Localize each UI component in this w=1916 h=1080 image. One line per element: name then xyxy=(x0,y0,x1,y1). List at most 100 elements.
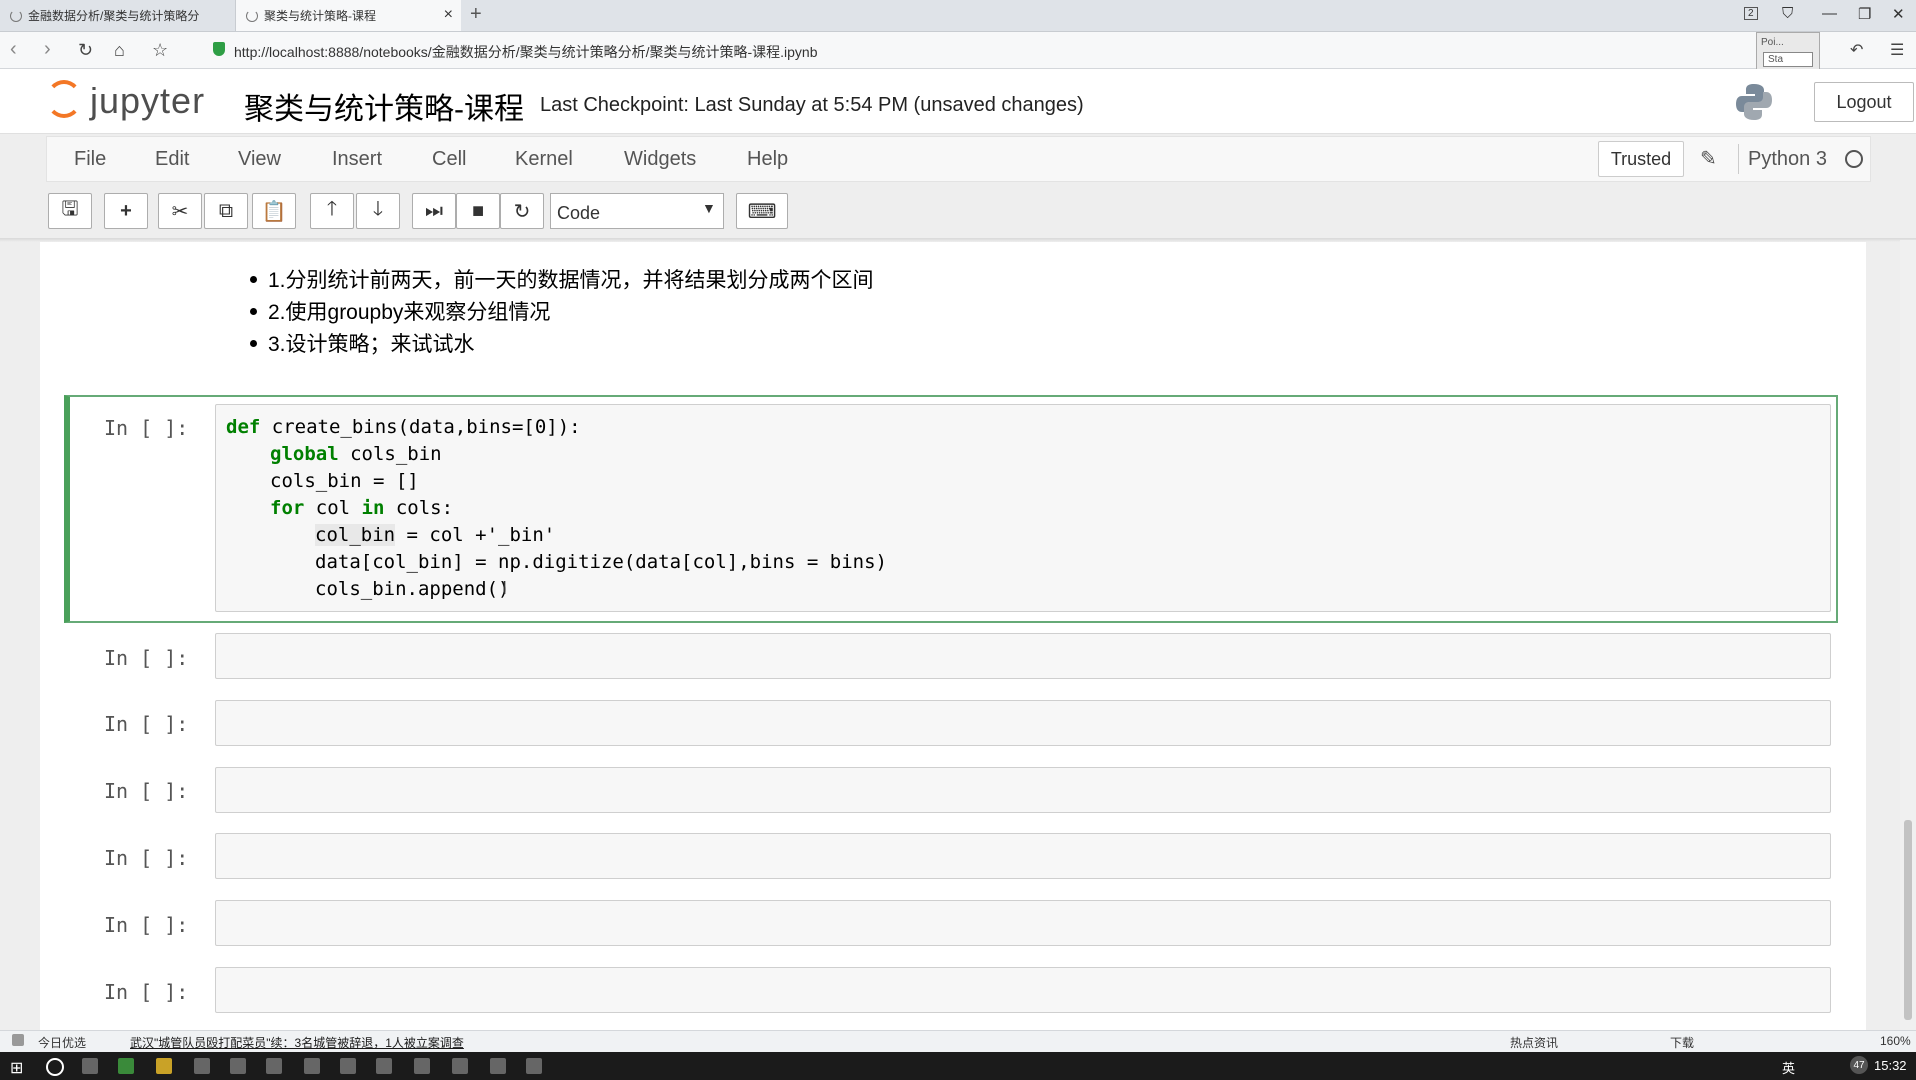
restart-button[interactable]: ↻ xyxy=(500,193,544,229)
bullet-dot xyxy=(250,308,257,315)
empty-code-cell[interactable] xyxy=(215,633,1831,679)
temperature-badge[interactable]: 47 xyxy=(1850,1056,1868,1074)
empty-code-cell[interactable] xyxy=(215,833,1831,879)
app-icon[interactable] xyxy=(490,1058,506,1074)
bookmark-star-icon[interactable]: ☆ xyxy=(152,40,168,61)
restart-icon: ↻ xyxy=(513,200,531,223)
logout-button[interactable]: Logout xyxy=(1814,82,1914,122)
insert-cell-button[interactable]: + xyxy=(104,193,148,229)
download-link[interactable]: 下载 xyxy=(1670,1034,1694,1051)
copy-button[interactable]: ⧉ xyxy=(204,193,248,229)
task-view-icon[interactable] xyxy=(82,1058,98,1074)
app-icon[interactable] xyxy=(304,1058,320,1074)
code-line-1: def create_bins(data,bins=[0]): xyxy=(226,416,581,438)
new-tab-button[interactable]: + xyxy=(470,3,482,26)
empty-code-cell[interactable] xyxy=(215,767,1831,813)
cell-prompt: In [ ]: xyxy=(104,416,189,440)
search-icon[interactable] xyxy=(46,1058,64,1076)
keyword: global xyxy=(270,443,339,465)
windows-start-icon[interactable]: ⊞ xyxy=(10,1058,23,1078)
code-line-6: data[col_bin] = np.digitize(data[col],bi… xyxy=(315,551,887,573)
notebook-title[interactable]: 聚类与统计策略-课程 xyxy=(244,84,524,128)
news-link[interactable]: 武汉"城管队员殴打配菜员"续：3名城管被辞退，1人被立案调查 xyxy=(130,1034,464,1051)
code-line-5: col_bin = col +'_bin' xyxy=(315,524,555,546)
home-icon[interactable]: ⌂ xyxy=(114,40,125,61)
menu-edit[interactable]: Edit xyxy=(155,148,189,171)
app-icon[interactable] xyxy=(414,1058,430,1074)
app-icon[interactable] xyxy=(194,1058,210,1074)
system-clock[interactable]: 15:32 xyxy=(1874,1058,1907,1073)
empty-code-cell[interactable] xyxy=(215,900,1831,946)
today-picks-link[interactable]: 今日优选 xyxy=(38,1034,86,1051)
keyboard-icon: ⌨ xyxy=(747,200,777,223)
header-shadow xyxy=(0,238,1916,242)
jupyter-logo-icon[interactable] xyxy=(46,80,82,118)
close-tab-icon[interactable]: × xyxy=(444,6,453,24)
paste-button[interactable]: 📋 xyxy=(252,193,296,229)
cell-prompt: In [ ]: xyxy=(104,980,189,1004)
hot-news-link[interactable]: 热点资讯 xyxy=(1510,1034,1558,1051)
back-icon[interactable]: ‹ xyxy=(10,38,17,61)
browser-taskbar-icon[interactable] xyxy=(118,1058,134,1074)
close-window-icon[interactable]: ✕ xyxy=(1892,5,1905,23)
save-button[interactable]: 🖫 xyxy=(48,193,92,229)
menu-cell[interactable]: Cell xyxy=(432,148,466,171)
input-method-indicator[interactable]: 英 xyxy=(1782,1058,1795,1077)
scissors-icon: ✂ xyxy=(171,200,189,223)
move-down-button[interactable]: 🡓 xyxy=(356,193,400,229)
cell-prompt: In [ ]: xyxy=(104,913,189,937)
menu-view[interactable]: View xyxy=(238,148,281,171)
command-palette-button[interactable]: ⌨ xyxy=(736,193,788,229)
os-taskbar xyxy=(0,1052,1916,1080)
cell-prompt: In [ ]: xyxy=(104,779,189,803)
app-icon[interactable] xyxy=(266,1058,282,1074)
code-line-7: cols_bin.append() xyxy=(315,578,510,600)
app-icon[interactable] xyxy=(452,1058,468,1074)
tab-label: 金融数据分析/聚类与统计策略分 xyxy=(28,9,200,23)
python-logo-icon xyxy=(1736,84,1772,120)
restore-icon[interactable]: ❐ xyxy=(1858,5,1871,23)
markdown-bullet: 1.分别统计前两天，前一天的数据情况，并将结果划分成两个区间 xyxy=(268,269,874,292)
kernel-separator xyxy=(1738,144,1739,174)
menu-help[interactable]: Help xyxy=(747,148,788,171)
minimize-icon[interactable]: — xyxy=(1822,5,1837,22)
interrupt-button[interactable]: ■ xyxy=(456,193,500,229)
code-line-4: for col in cols: xyxy=(270,497,453,519)
jupyter-logo-text[interactable]: jupyter xyxy=(90,80,205,122)
app-icon[interactable] xyxy=(340,1058,356,1074)
grid-icon[interactable] xyxy=(12,1034,24,1046)
zoom-level[interactable]: 160% xyxy=(1880,1034,1911,1048)
move-up-button[interactable]: 🡑 xyxy=(310,193,354,229)
folder-icon[interactable] xyxy=(156,1058,172,1074)
edit-pencil-icon[interactable]: ✎ xyxy=(1700,146,1717,171)
bullet-dot xyxy=(250,276,257,283)
reload-icon[interactable]: ↻ xyxy=(78,40,93,61)
cut-button[interactable]: ✂ xyxy=(158,193,202,229)
cell-type-select[interactable]: Code xyxy=(550,193,724,229)
browser-tab-1[interactable]: 金融数据分析/聚类与统计策略分 xyxy=(0,0,236,31)
popup-line-2: Sta xyxy=(1763,52,1813,67)
browser-tab-2[interactable]: 聚类与统计策略-课程 × xyxy=(236,0,461,31)
forward-icon[interactable]: › xyxy=(44,38,51,61)
tab-count-badge[interactable]: 2 xyxy=(1744,7,1758,20)
undo-icon[interactable]: ↶ xyxy=(1850,40,1863,60)
save-icon: 🖫 xyxy=(61,198,79,220)
step-forward-icon: ⏭ xyxy=(425,199,443,222)
app-icon[interactable] xyxy=(526,1058,542,1074)
run-button[interactable]: ⏭ xyxy=(412,193,456,229)
empty-code-cell[interactable] xyxy=(215,700,1831,746)
menu-widgets[interactable]: Widgets xyxy=(624,148,696,171)
tab-label: 聚类与统计策略-课程 xyxy=(264,9,376,23)
menu-icon[interactable]: ☰ xyxy=(1890,40,1904,60)
shirt-icon[interactable]: ⛉ xyxy=(1782,5,1793,22)
scrollbar-thumb[interactable] xyxy=(1904,820,1912,1020)
code-line-3: cols_bin = [] xyxy=(270,470,419,492)
app-icon[interactable] xyxy=(230,1058,246,1074)
menu-file[interactable]: File xyxy=(74,148,106,171)
empty-code-cell[interactable] xyxy=(215,967,1831,1013)
app-icon[interactable] xyxy=(376,1058,392,1074)
menu-insert[interactable]: Insert xyxy=(332,148,382,171)
trusted-button[interactable]: Trusted xyxy=(1598,141,1684,177)
url-input[interactable]: http://localhost:8888/notebooks/金融数据分析/聚… xyxy=(234,42,818,62)
menu-kernel[interactable]: Kernel xyxy=(515,148,573,171)
